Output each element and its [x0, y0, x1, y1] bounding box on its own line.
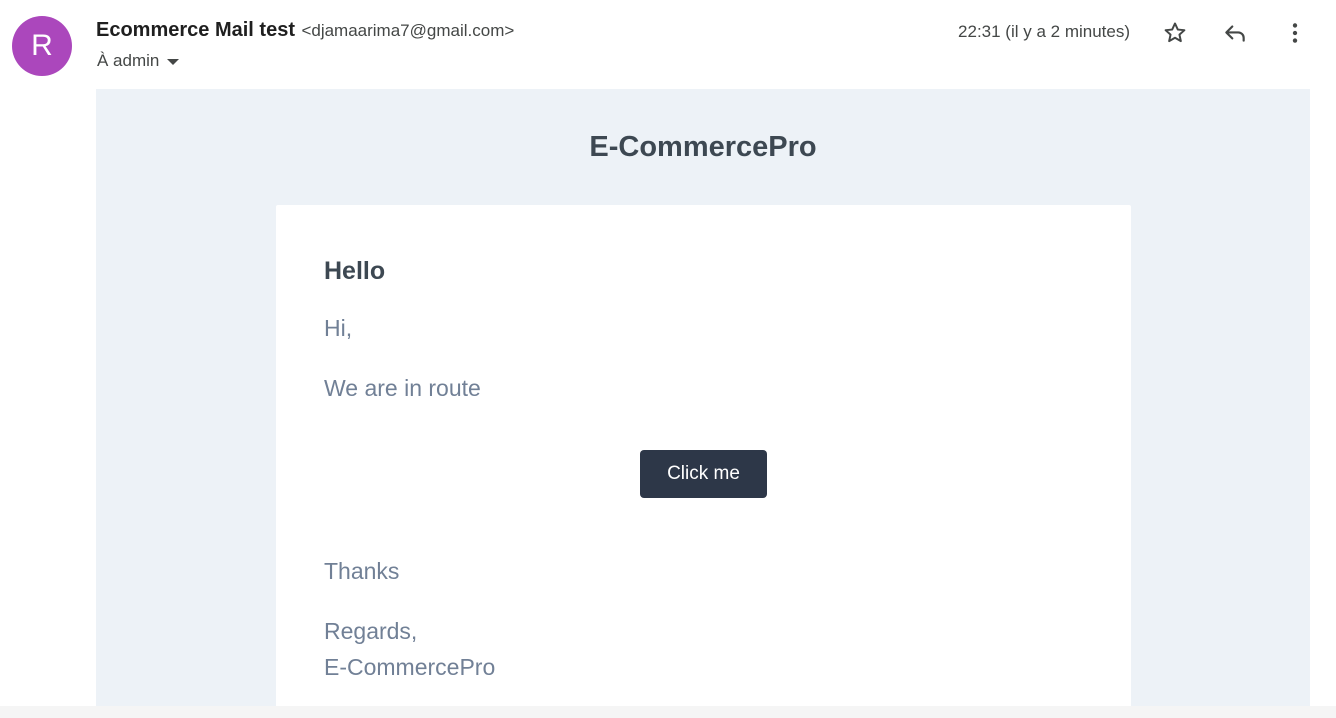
sender-avatar[interactable]: R	[12, 16, 72, 76]
email-heading: Hello	[324, 257, 386, 285]
message-text: We are in route	[324, 375, 481, 401]
caret-down-icon[interactable]	[167, 59, 180, 65]
sender-line: Ecommerce Mail test <djamaarima7@gmail.c…	[96, 19, 514, 42]
click-me-button[interactable]: Click me	[640, 450, 767, 498]
email-content-card: Hello Hi, We are in route Click me Thank…	[276, 205, 1131, 706]
greeting-text: Hi,	[324, 315, 353, 341]
avatar-letter: R	[31, 29, 53, 62]
recipient-details-toggle[interactable]: À admin	[97, 51, 180, 71]
sender-email[interactable]: <djamaarima7@gmail.com>	[301, 21, 514, 40]
star-icon[interactable]	[1157, 15, 1193, 51]
regards-text: Regards,	[324, 618, 418, 644]
email-timestamp: 22:31 (il y a 2 minutes)	[958, 22, 1130, 41]
signature-text: E-CommercePro	[324, 654, 496, 680]
more-vert-icon[interactable]	[1277, 15, 1313, 51]
brand-title[interactable]: E-CommercePro	[96, 131, 1310, 164]
recipient-label: À admin	[97, 51, 160, 70]
thanks-text: Thanks	[324, 558, 400, 584]
sender-name[interactable]: Ecommerce Mail test	[96, 19, 295, 41]
email-body: E-CommercePro Hello Hi, We are in route …	[96, 89, 1310, 706]
bottom-divider	[0, 706, 1336, 718]
reply-icon[interactable]	[1217, 15, 1253, 51]
